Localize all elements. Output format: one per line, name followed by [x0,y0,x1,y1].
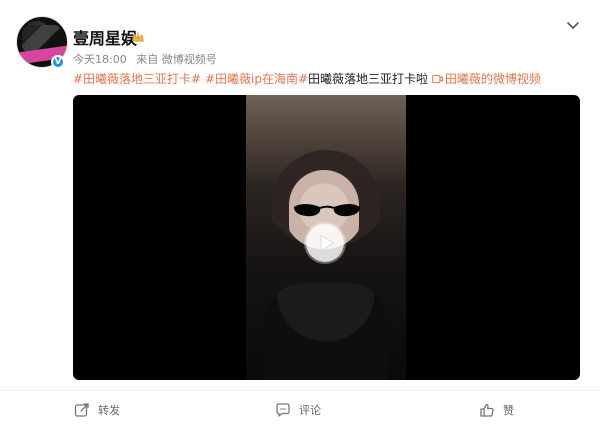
like-button[interactable]: 赞 [479,402,514,418]
weibo-post-card: V 壹周星娱 今天18:00 来自 微博视频号 #田曦薇落地三亚打卡# #田曦薇… [0,0,600,431]
chevron-down-icon[interactable] [566,18,580,32]
post-actions: 转发 评论 赞 [0,396,600,424]
like-icon [480,403,494,417]
post-meta: 今天18:00 来自 微博视频号 [73,51,223,67]
repost-label: 转发 [98,404,120,417]
video-link-label: 田曦薇的微博视频 [444,72,541,86]
hashtag-2[interactable]: #田曦薇ip在海南# [205,72,308,86]
like-label: 赞 [503,404,514,417]
verified-icon: V [51,55,65,69]
video-player[interactable] [73,95,580,380]
comment-label: 评论 [299,404,321,417]
play-icon [320,234,335,252]
repost-button[interactable]: 转发 [74,402,120,418]
crown-icon [132,31,144,42]
username[interactable]: 壹周星娱 [73,25,137,49]
hashtag-1[interactable]: #田曦薇落地三亚打卡# [73,72,201,86]
play-button[interactable] [306,224,344,262]
comment-icon [276,403,290,417]
post-source: 来自 微博视频号 [136,53,217,66]
post-text: 田曦薇落地三亚打卡啦 [308,72,429,86]
post-content: #田曦薇落地三亚打卡# #田曦薇ip在海南#田曦薇落地三亚打卡啦 田曦薇的微博视… [73,70,541,87]
sunglasses-graphic [294,204,360,217]
thumbnail-clothing [264,283,388,380]
video-link[interactable]: 田曦薇的微博视频 [432,72,541,86]
repost-icon [74,403,89,417]
actions-divider [0,390,600,391]
comment-button[interactable]: 评论 [275,402,321,418]
video-icon [432,74,443,84]
post-time[interactable]: 今天18:00 [73,53,127,66]
